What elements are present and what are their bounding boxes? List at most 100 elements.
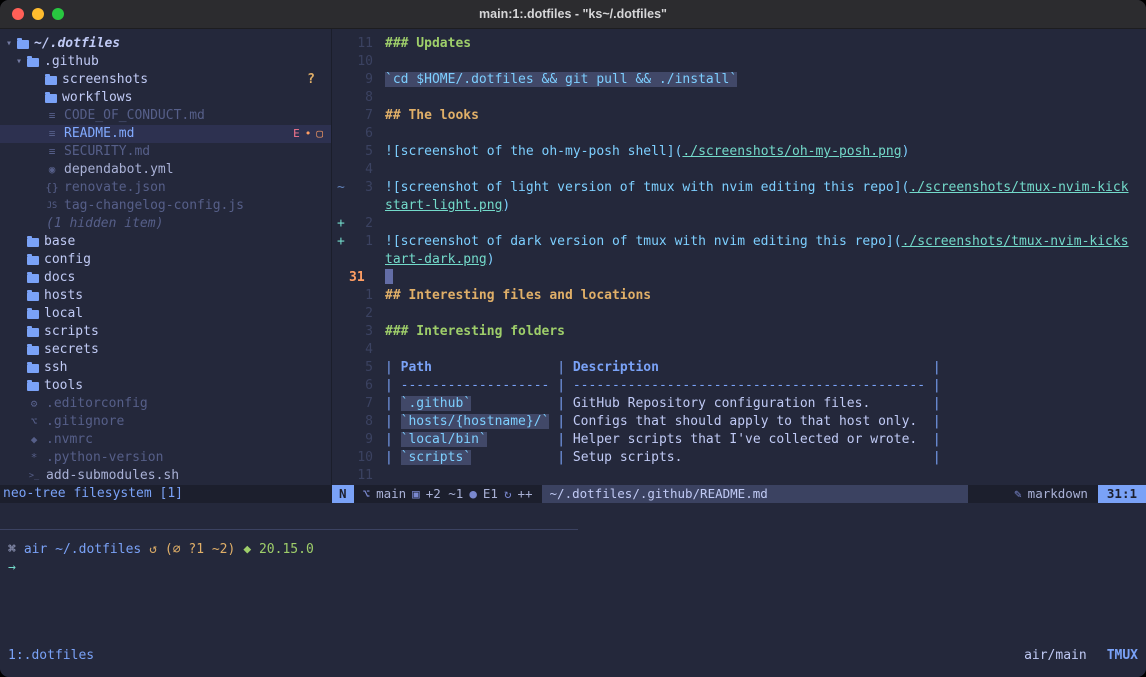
line-text: tart-dark.png) [385, 251, 495, 269]
editor-line[interactable]: 11### Updates [332, 35, 1146, 53]
line-number: 8 [349, 413, 373, 431]
editor-line[interactable]: 4 [332, 341, 1146, 359]
tree-item-1-hidden-item[interactable]: (1 hidden item) [0, 215, 331, 233]
editor-line[interactable]: +1![screenshot of dark version of tmux w… [332, 233, 1146, 251]
tree-item-nvmrc[interactable]: ◆.nvmrc [0, 431, 331, 449]
editor-line[interactable]: 9| `local/bin` | Helper scripts that I'v… [332, 431, 1146, 449]
line-number: 2 [349, 305, 373, 323]
tree-item-code-of-conduct-md[interactable]: ≡CODE_OF_CONDUCT.md [0, 107, 331, 125]
git-untracked-badge: ? [307, 71, 315, 89]
editor-line[interactable]: 31 [332, 269, 1146, 287]
tree-item-gitignore[interactable]: ⌥.gitignore [0, 413, 331, 431]
tree-item-base[interactable]: base [0, 233, 331, 251]
tree-item-label: tag-changelog-config.js [64, 197, 244, 215]
tree-item-python-version[interactable]: *.python-version [0, 449, 331, 467]
tree-item-secrets[interactable]: secrets [0, 341, 331, 359]
text-segment: tart-dark.png [385, 252, 487, 267]
editor-line[interactable]: 10| `scripts` | Setup scripts. | [332, 449, 1146, 467]
line-text: | `local/bin` | Helper scripts that I've… [385, 431, 941, 449]
tmux-right-section: air/main TMUX [1024, 647, 1138, 665]
text-segment: ./screenshots/tmux-nvim-kick [909, 180, 1128, 195]
status-marker: • [305, 125, 312, 143]
tree-item-workflows[interactable]: workflows [0, 89, 331, 107]
tree-item-tools[interactable]: tools [0, 377, 331, 395]
text-segment: | [925, 378, 941, 393]
editor-line[interactable]: 10 [332, 53, 1146, 71]
folder-icon [27, 238, 39, 247]
editor-line[interactable]: 4 [332, 161, 1146, 179]
text-segment [432, 360, 549, 375]
tree-item-config[interactable]: config [0, 251, 331, 269]
close-button[interactable] [12, 8, 24, 20]
editor-line[interactable]: 6 [332, 125, 1146, 143]
editor-line[interactable]: 8| `hosts/{hostname}/` | Configs that sh… [332, 413, 1146, 431]
line-number: 31 [349, 269, 373, 287]
expander-icon[interactable]: ▾ [12, 53, 26, 71]
editor-line[interactable]: tart-dark.png) [332, 251, 1146, 269]
diagnostics-count: E1 [483, 485, 498, 503]
tree-item-label: CODE_OF_CONDUCT.md [64, 107, 205, 125]
tree-item-readme-md[interactable]: ≡README.mdE•▢ [0, 125, 331, 143]
editor-line[interactable]: 5| Path | Description | [332, 359, 1146, 377]
tmux-window-label[interactable]: 1:.dotfiles [8, 647, 94, 665]
tree-item-hosts[interactable]: hosts [0, 287, 331, 305]
tree-item-add-submodules-sh[interactable]: >_add-submodules.sh [0, 467, 331, 485]
editor-line[interactable]: 7| `.github` | GitHub Repository configu… [332, 395, 1146, 413]
tree-item-dotfiles[interactable]: ▾ ~/.dotfiles [0, 35, 331, 53]
python-file-icon: * [26, 449, 42, 467]
tree-item-label: config [44, 251, 91, 269]
zoom-button[interactable] [52, 8, 64, 20]
tree-item-renovate-json[interactable]: {}renovate.json [0, 179, 331, 197]
editor-line[interactable]: 3### Interesting folders [332, 323, 1146, 341]
gutter-sign [332, 449, 349, 467]
text-segment: | [925, 360, 941, 375]
text-segment: ## Interesting files and locations [385, 288, 651, 303]
tree-item-label: base [44, 233, 75, 251]
line-number: 11 [349, 35, 373, 53]
editor-line[interactable]: 7## The looks [332, 107, 1146, 125]
editor-buffer[interactable]: 11### Updates109`cd $HOME/.dotfiles && g… [332, 35, 1146, 485]
line-number: 7 [349, 395, 373, 413]
line-number [349, 197, 373, 215]
editor-line[interactable]: 6| ------------------- | ---------------… [332, 377, 1146, 395]
tmux-pane-divider[interactable] [0, 529, 578, 530]
editor-line[interactable]: 5![screenshot of the oh-my-posh shell](.… [332, 143, 1146, 161]
line-number: 1 [349, 287, 373, 305]
text-segment: | [385, 450, 401, 465]
tree-item-tag-changelog-config-js[interactable]: JStag-changelog-config.js [0, 197, 331, 215]
line-number: 5 [349, 143, 373, 161]
tree-item-security-md[interactable]: ≡SECURITY.md [0, 143, 331, 161]
tree-item-screenshots[interactable]: screenshots? [0, 71, 331, 89]
editor-line[interactable]: ~3![screenshot of light version of tmux … [332, 179, 1146, 197]
editor-line[interactable]: 11 [332, 467, 1146, 485]
editor-cursor [385, 269, 393, 284]
expander-icon[interactable]: ▾ [2, 35, 16, 53]
tree-item-github[interactable]: ▾.github [0, 53, 331, 71]
text-segment: `scripts` [401, 450, 471, 465]
shell-input-line[interactable]: → [8, 559, 1138, 577]
minimize-button[interactable] [32, 8, 44, 20]
tree-item-ssh[interactable]: ssh [0, 359, 331, 377]
tree-item-label: scripts [44, 323, 99, 341]
tree-item-label: (1 hidden item) [46, 215, 163, 233]
gutter-sign [332, 161, 349, 179]
tree-item-scripts[interactable]: scripts [0, 323, 331, 341]
tree-item-label: docs [44, 269, 75, 287]
tree-item-dependabot-yml[interactable]: ◉dependabot.yml [0, 161, 331, 179]
shell-file-icon: >_ [26, 467, 42, 485]
tree-item-label: ~/.dotfiles [34, 35, 120, 53]
text-segment: ### Interesting folders [385, 324, 565, 339]
tree-item-local[interactable]: local [0, 305, 331, 323]
tree-item-editorconfig[interactable]: ⚙.editorconfig [0, 395, 331, 413]
folder-icon [27, 328, 39, 337]
tree-item-docs[interactable]: docs [0, 269, 331, 287]
editor-line[interactable]: start-light.png) [332, 197, 1146, 215]
editor-line[interactable]: 8 [332, 89, 1146, 107]
editor-line[interactable]: 2 [332, 305, 1146, 323]
editor-line[interactable]: 1 ## Interesting files and locations [332, 287, 1146, 305]
editor-line[interactable]: +2 [332, 215, 1146, 233]
gutter-sign [332, 251, 349, 269]
text-segment: ) [902, 144, 910, 159]
editor-line[interactable]: 9`cd $HOME/.dotfiles && git pull && ./in… [332, 71, 1146, 89]
shell-pane[interactable]: ⌘air ~/.dotfiles↺ (∅ ?1 ~2)◆ 20.15.0 → [8, 541, 1138, 577]
